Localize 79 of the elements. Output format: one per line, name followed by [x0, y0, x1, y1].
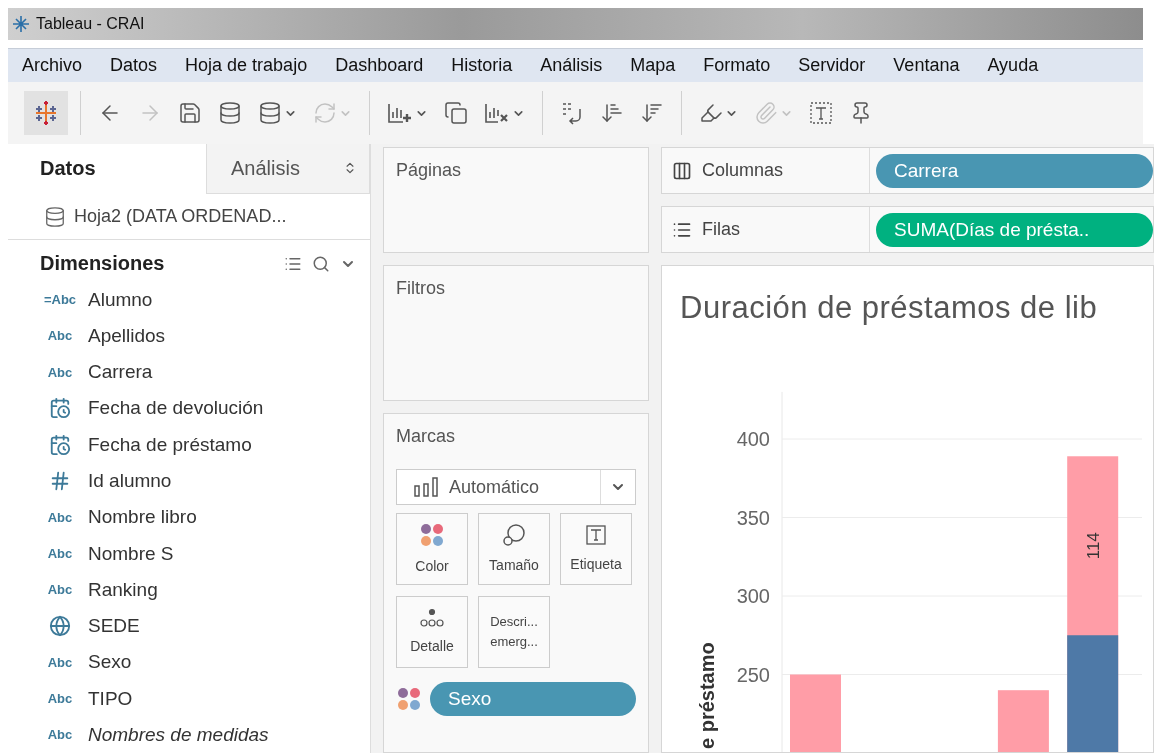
- field-type-label: Abc: [46, 546, 74, 561]
- marks-button[interactable]: Color: [396, 513, 468, 585]
- marks-button[interactable]: Tamaño: [478, 513, 550, 585]
- card-title: Filtros: [396, 278, 446, 299]
- data-source-icon: [44, 205, 66, 228]
- data-source-name[interactable]: Hoja2 (DATA ORDENAD...: [74, 206, 287, 228]
- mark-type-dropdown[interactable]: Automático: [396, 469, 636, 505]
- logo-icon[interactable]: [33, 100, 59, 126]
- field-name[interactable]: Alumno: [88, 288, 153, 311]
- globe-type-icon: [49, 615, 71, 638]
- dots-icon: [419, 522, 445, 548]
- field-type-label: Abc: [46, 654, 74, 670]
- field-name[interactable]: Carrera: [88, 361, 153, 384]
- y-tick-label: 400: [736, 428, 770, 450]
- text-box-icon[interactable]: [809, 101, 833, 125]
- search-icon[interactable]: [312, 254, 330, 273]
- field-type-label: =Abc: [42, 292, 78, 308]
- menu-item[interactable]: Formato: [689, 55, 785, 76]
- field-type-label: Abc: [46, 727, 74, 743]
- swap-icon[interactable]: [560, 101, 584, 125]
- y-tick-label: 350: [736, 506, 770, 529]
- y-tick-label: 250: [736, 663, 770, 686]
- marks-button[interactable]: Etiqueta: [560, 513, 632, 585]
- field-type-label: Abc: [46, 509, 74, 525]
- y-axis-title: e préstamo: [696, 642, 718, 749]
- menu-item[interactable]: Hoja de trabajo: [171, 55, 322, 76]
- menu-item[interactable]: Análisis: [526, 55, 617, 76]
- menu-item[interactable]: Dashboard: [321, 55, 438, 76]
- color-dots-icon: [396, 686, 422, 712]
- menu-item[interactable]: Ventana: [879, 55, 974, 76]
- field-type-label: Abc: [46, 328, 74, 344]
- y-tick-label: 300: [736, 585, 770, 607]
- side-tab[interactable]: Análisis: [206, 144, 370, 194]
- shelf-label: Filas: [702, 219, 740, 240]
- field-name[interactable]: Apellidos: [88, 324, 166, 347]
- menu-item[interactable]: Historia: [437, 55, 527, 76]
- detail-icon: [419, 608, 445, 628]
- field-type-label: Abc: [46, 364, 74, 380]
- field-name[interactable]: Nombre S: [88, 542, 174, 565]
- bar-chart-plus-icon[interactable]: [387, 101, 413, 125]
- menu-item[interactable]: Mapa: [616, 55, 690, 76]
- text-label-icon: [585, 524, 607, 546]
- number-type-icon: [49, 469, 71, 492]
- sort-ascending-icon[interactable]: [600, 101, 624, 125]
- field-name[interactable]: Nombres de medidas: [88, 723, 269, 746]
- sort-descending-icon[interactable]: [640, 101, 664, 125]
- marks-button[interactable]: Descri... emerg...: [478, 596, 550, 668]
- window-title: Tableau - CRAI: [36, 15, 145, 33]
- duplicate-icon[interactable]: [444, 101, 468, 125]
- field-name[interactable]: Fecha de devolución: [88, 397, 264, 420]
- columns-icon: [672, 160, 692, 181]
- date-type-icon: [49, 397, 71, 420]
- shelf-label: Columnas: [702, 160, 784, 181]
- card-title: Marcas: [396, 426, 456, 447]
- bar-chart-icon: [413, 476, 439, 498]
- menu-item[interactable]: Datos: [96, 55, 172, 76]
- card-title: Páginas: [396, 160, 463, 181]
- section-title: Dimensiones: [40, 252, 166, 276]
- field-name[interactable]: Nombre libro: [88, 506, 197, 529]
- field-name[interactable]: Sexo: [88, 651, 132, 674]
- field-name[interactable]: TIPO: [88, 687, 133, 710]
- field-type-label: Abc: [46, 582, 74, 598]
- field-name[interactable]: SEDE: [88, 615, 140, 638]
- menu-item[interactable]: Ayuda: [973, 55, 1053, 76]
- highlighter-icon[interactable]: [699, 101, 723, 125]
- menu-item[interactable]: Servidor: [784, 55, 880, 76]
- field-name[interactable]: Fecha de préstamo: [88, 433, 252, 456]
- field-name[interactable]: Id alumno: [88, 469, 172, 492]
- date-type-icon: [49, 433, 71, 456]
- bar-value-label: 114: [1084, 532, 1104, 560]
- field-type-label: Abc: [46, 691, 74, 707]
- size-icon: [502, 523, 526, 547]
- field-name[interactable]: Ranking: [88, 578, 158, 601]
- save-icon[interactable]: [178, 101, 202, 125]
- app-icon: [12, 15, 30, 33]
- bar-chart-x-icon[interactable]: [484, 101, 510, 125]
- marks-button[interactable]: Detalle: [396, 596, 468, 668]
- menu-item[interactable]: Archivo: [8, 55, 97, 76]
- chart-title: Duración de préstamos de lib: [679, 289, 1099, 326]
